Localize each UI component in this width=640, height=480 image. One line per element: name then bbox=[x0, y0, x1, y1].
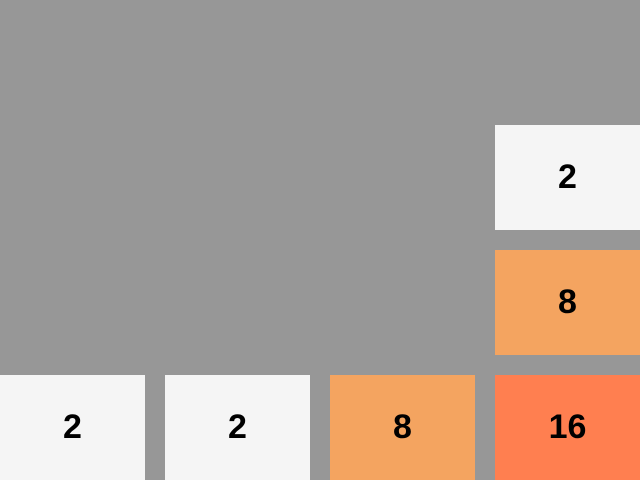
game-board[interactable]: 2 8 2 2 8 16 bbox=[0, 0, 640, 480]
tile-r3-c3: 16 bbox=[495, 375, 640, 480]
tile-r3-c0: 2 bbox=[0, 375, 145, 480]
tile-r3-c1: 2 bbox=[165, 375, 310, 480]
tile-r2-c3: 8 bbox=[495, 250, 640, 355]
tile-r1-c3: 2 bbox=[495, 125, 640, 230]
tile-r3-c2: 8 bbox=[330, 375, 475, 480]
